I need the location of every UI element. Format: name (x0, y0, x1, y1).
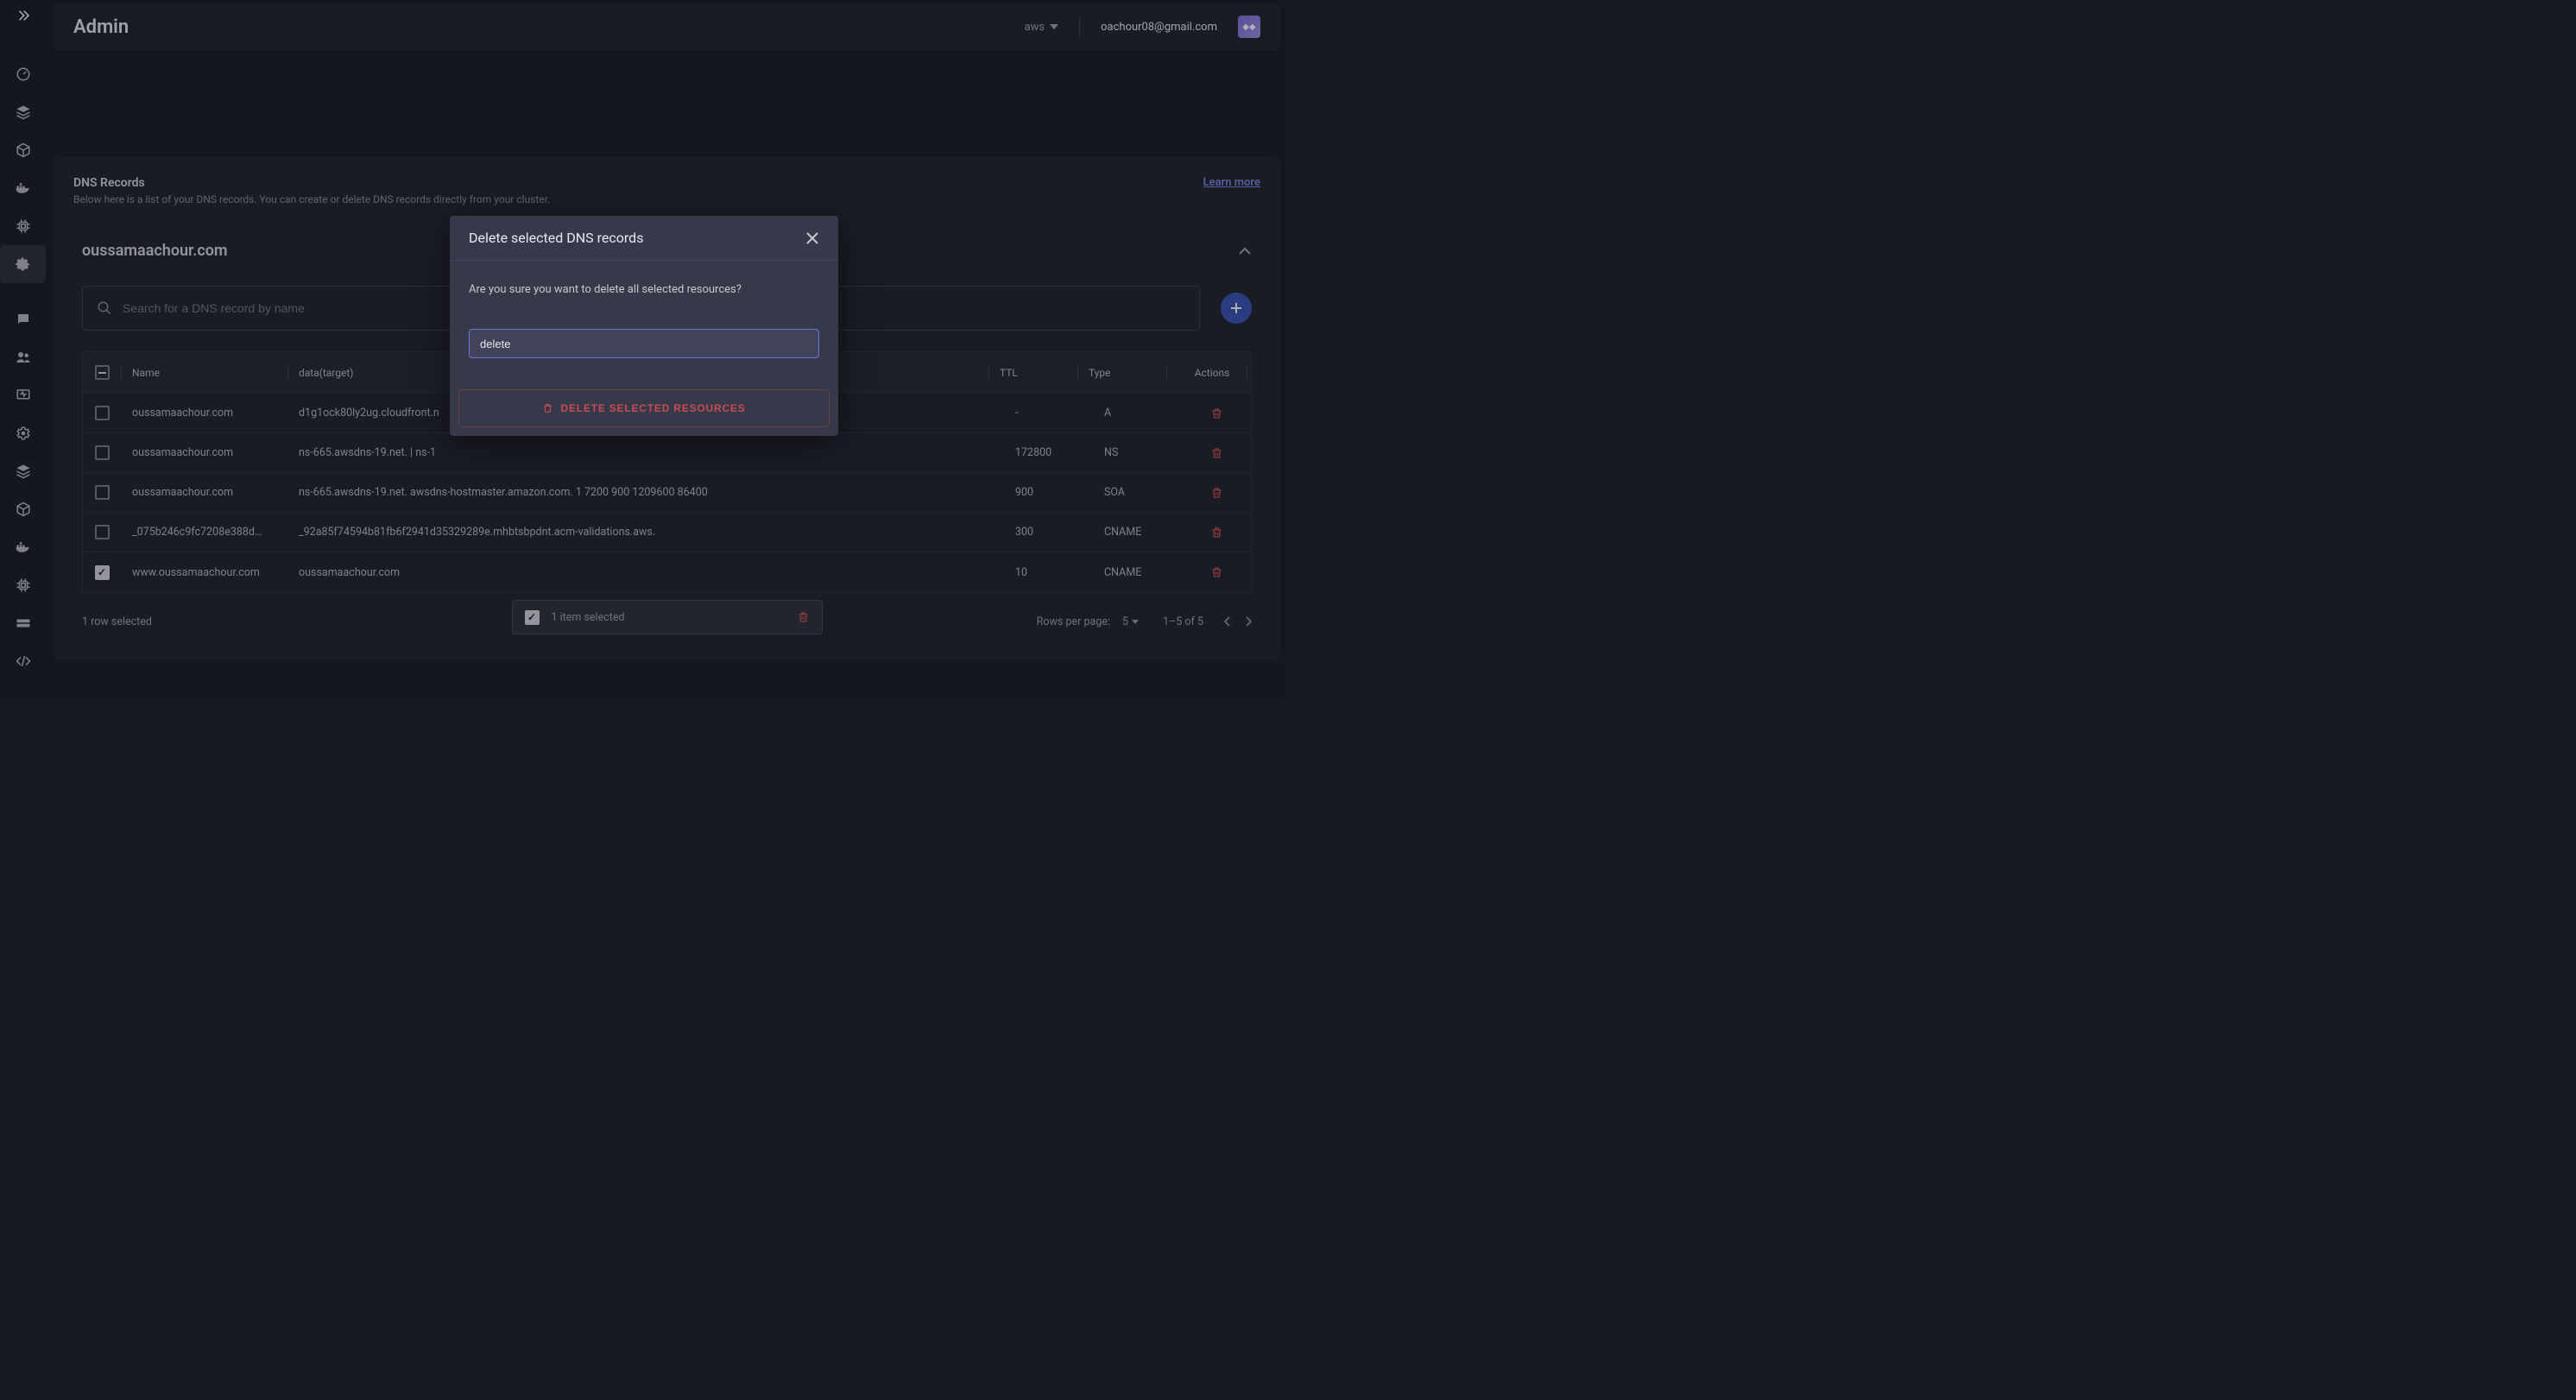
delete-modal: Delete selected DNS records Are you sure… (450, 216, 838, 436)
modal-close-button[interactable] (805, 231, 819, 245)
trash-icon (542, 402, 553, 414)
modal-title: Delete selected DNS records (469, 230, 643, 246)
delete-selected-button[interactable]: DELETE SELECTED RESOURCES (458, 389, 830, 427)
modal-body-text: Are you sure you want to delete all sele… (469, 283, 819, 296)
modal-backdrop[interactable]: Delete selected DNS records Are you sure… (0, 0, 1288, 700)
delete-button-label: DELETE SELECTED RESOURCES (560, 402, 745, 414)
confirm-input[interactable] (469, 329, 819, 358)
close-icon (805, 231, 819, 245)
